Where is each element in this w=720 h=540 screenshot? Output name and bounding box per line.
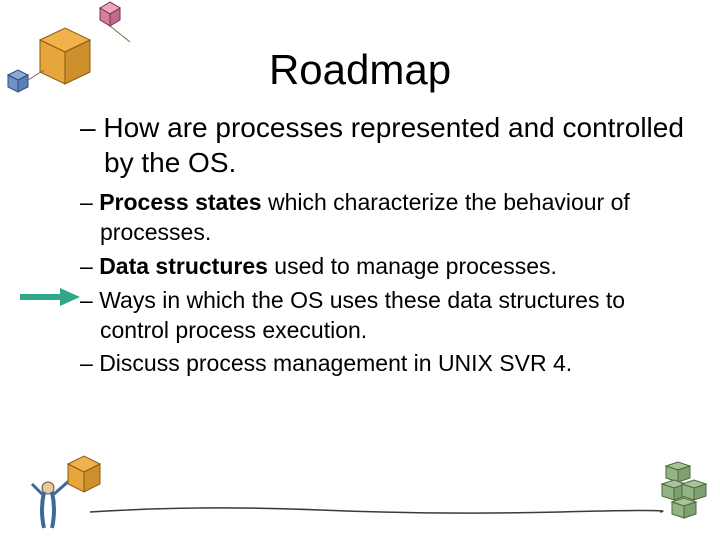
- bullet-bold: Data structures: [99, 253, 268, 279]
- bullet-list: – How are processes represented and cont…: [80, 110, 690, 383]
- bullet-item: – Data structures used to manage process…: [80, 252, 690, 282]
- slide-title: Roadmap: [0, 46, 720, 94]
- current-item-arrow-icon: [20, 288, 80, 306]
- bullet-text: Discuss process management in UNIX SVR 4…: [99, 350, 572, 376]
- bullet-item: – Discuss process management in UNIX SVR…: [80, 349, 690, 379]
- decor-bottom: [0, 450, 720, 540]
- bullet-text: How are processes represented and contro…: [103, 112, 684, 178]
- bullet-bold: Process states: [99, 189, 261, 215]
- bullet-dash: –: [80, 287, 99, 313]
- bullet-text: Ways in which the OS uses these data str…: [99, 287, 625, 343]
- bullet-dash: –: [80, 253, 99, 279]
- bullet-dash: –: [80, 189, 99, 215]
- bullet-dash: –: [80, 350, 99, 376]
- bullet-text: used to manage processes.: [268, 253, 557, 279]
- bullet-item: – How are processes represented and cont…: [80, 110, 690, 180]
- bullet-item: – Process states which characterize the …: [80, 188, 690, 248]
- slide: Roadmap – How are processes represented …: [0, 0, 720, 540]
- bullet-dash: –: [80, 112, 103, 143]
- bullet-item: – Ways in which the OS uses these data s…: [80, 286, 690, 346]
